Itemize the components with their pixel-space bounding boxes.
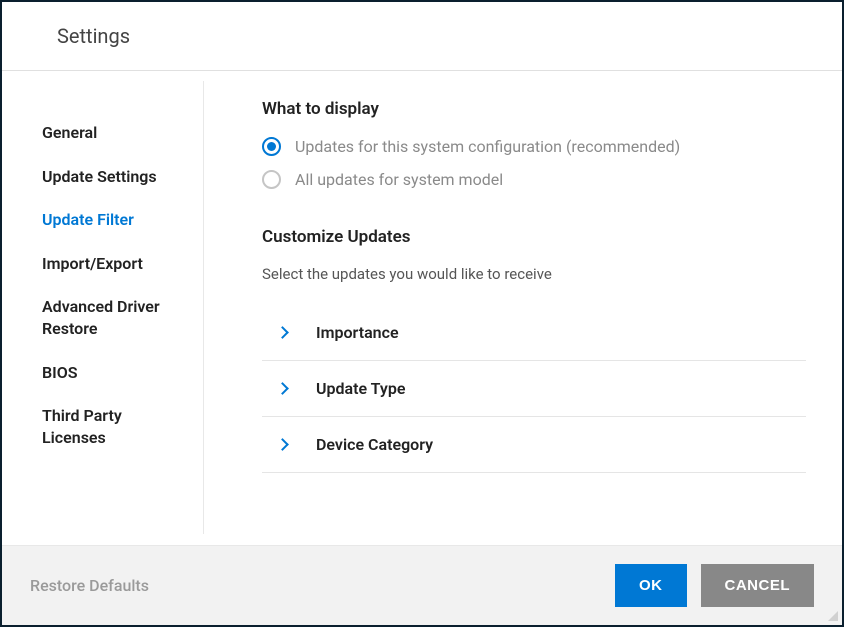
cancel-button[interactable]: CANCEL <box>701 564 815 607</box>
expand-label: Device Category <box>316 435 433 454</box>
radio-label: Updates for this system configuration (r… <box>295 137 680 156</box>
expand-row-update-type[interactable]: Update Type <box>262 361 806 417</box>
footer: Restore Defaults OK CANCEL <box>2 545 842 625</box>
settings-header: Settings <box>2 2 842 71</box>
resize-grip-icon[interactable] <box>826 609 838 621</box>
radio-option-all-updates[interactable]: All updates for system model <box>262 170 806 189</box>
expand-row-importance[interactable]: Importance <box>262 305 806 361</box>
radio-icon <box>262 137 281 156</box>
page-title: Settings <box>57 24 842 48</box>
sidebar-item-update-filter[interactable]: Update Filter <box>42 198 203 242</box>
sidebar-item-import-export[interactable]: Import/Export <box>42 242 203 286</box>
radio-label: All updates for system model <box>295 170 503 189</box>
footer-buttons: OK CANCEL <box>615 564 814 607</box>
sidebar-item-advanced-driver-restore[interactable]: Advanced Driver Restore <box>42 285 203 350</box>
sidebar-item-update-settings[interactable]: Update Settings <box>42 155 203 199</box>
chevron-right-icon <box>276 382 289 395</box>
radio-icon <box>262 170 281 189</box>
chevron-wrap <box>262 384 316 393</box>
sidebar-item-third-party-licenses[interactable]: Third Party Licenses <box>42 394 203 459</box>
chevron-wrap <box>262 440 316 449</box>
sidebar-item-bios[interactable]: BIOS <box>42 351 203 395</box>
chevron-right-icon <box>276 326 289 339</box>
chevron-wrap <box>262 328 316 337</box>
display-radio-group: Updates for this system configuration (r… <box>262 137 806 189</box>
expand-label: Importance <box>316 323 399 342</box>
sidebar: General Update Settings Update Filter Im… <box>2 81 204 534</box>
expand-label: Update Type <box>316 379 405 398</box>
radio-dot-icon <box>267 142 276 151</box>
sidebar-item-general[interactable]: General <box>42 111 203 155</box>
ok-button[interactable]: OK <box>615 564 687 607</box>
expand-row-device-category[interactable]: Device Category <box>262 417 806 473</box>
customize-updates-title: Customize Updates <box>262 227 806 247</box>
what-to-display-title: What to display <box>262 99 806 119</box>
radio-option-recommended[interactable]: Updates for this system configuration (r… <box>262 137 806 156</box>
restore-defaults-link[interactable]: Restore Defaults <box>30 576 149 595</box>
content-wrap: General Update Settings Update Filter Im… <box>2 71 842 544</box>
main-panel: What to display Updates for this system … <box>204 71 842 544</box>
chevron-right-icon <box>276 438 289 451</box>
customize-updates-subtitle: Select the updates you would like to rec… <box>262 265 806 283</box>
